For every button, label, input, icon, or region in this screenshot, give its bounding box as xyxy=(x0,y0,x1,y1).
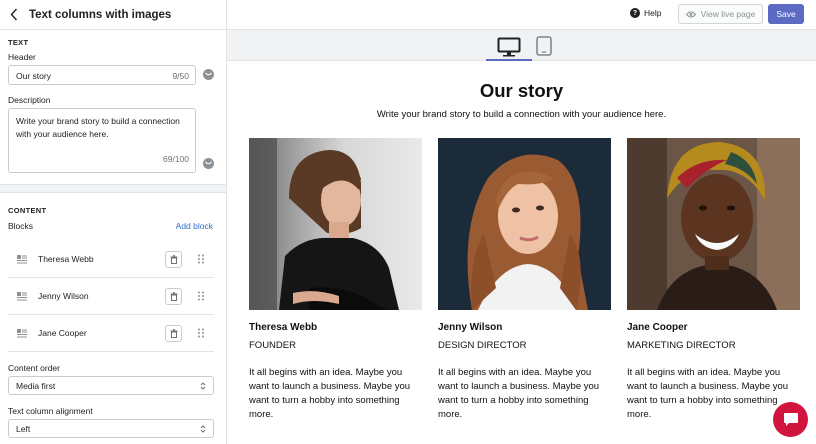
block-row[interactable]: Jane Cooper xyxy=(8,315,214,352)
blocks-label: Blocks xyxy=(8,221,34,231)
drag-handle-icon[interactable] xyxy=(197,328,205,338)
page-preview: Our story Write your brand story to buil… xyxy=(227,61,816,444)
block-row[interactable]: Jenny Wilson xyxy=(8,278,214,315)
content-order-value: Media first xyxy=(16,380,56,391)
column-name: Jane Cooper xyxy=(627,322,688,333)
preview-subheading: Write your brand story to build a connec… xyxy=(376,109,667,120)
text-block-icon xyxy=(17,254,27,263)
delete-block-button[interactable] xyxy=(165,324,182,342)
trash-icon xyxy=(170,291,177,301)
drag-handle-icon[interactable] xyxy=(197,291,205,301)
add-block-link[interactable]: Add block xyxy=(176,221,213,231)
column-image xyxy=(249,138,422,310)
preview-heading: Our story xyxy=(479,80,564,101)
column-image xyxy=(438,138,611,310)
block-row[interactable]: Theresa Webb xyxy=(8,241,214,278)
alignment-select[interactable]: Left xyxy=(8,419,214,438)
chat-icon xyxy=(783,413,798,426)
column-text: It all begins with an idea. Maybe you wa… xyxy=(627,367,789,420)
column-role: DESIGN DIRECTOR xyxy=(438,340,527,351)
header-counter: 9/50 xyxy=(172,71,189,81)
column-name: Jenny Wilson xyxy=(438,322,503,333)
text-block-icon xyxy=(17,291,27,300)
mobile-view-button[interactable] xyxy=(533,34,555,58)
trash-icon xyxy=(170,328,177,338)
column-role: FOUNDER xyxy=(249,340,296,351)
header-input[interactable]: Our story 9/50 xyxy=(8,65,196,85)
alignment-label: Text column alignment xyxy=(8,406,93,416)
text-column[interactable]: Theresa Webb FOUNDER It all begins with … xyxy=(249,138,422,420)
trash-icon xyxy=(170,254,177,264)
content-order-select[interactable]: Media first xyxy=(8,376,214,395)
column-role: MARKETING DIRECTOR xyxy=(627,340,736,351)
desktop-icon xyxy=(497,37,521,57)
drag-handle-icon[interactable] xyxy=(197,254,205,264)
eye-icon xyxy=(685,11,696,17)
view-live-page-label: View live page xyxy=(700,9,756,19)
top-bar: ? Help View live page Save xyxy=(227,0,816,30)
help-icon: ? xyxy=(630,8,640,18)
delete-block-button[interactable] xyxy=(165,287,182,305)
description-value: Write your brand story to build a connec… xyxy=(16,116,180,139)
ai-sparkle-icon[interactable] xyxy=(203,69,214,80)
sidebar-title: Text columns with images xyxy=(29,8,172,21)
ai-sparkle-icon[interactable] xyxy=(203,158,214,169)
column-text: It all begins with an idea. Maybe you wa… xyxy=(249,367,411,420)
chevron-left-icon[interactable] xyxy=(9,8,19,22)
mobile-icon xyxy=(536,36,552,56)
save-button[interactable]: Save xyxy=(768,4,804,24)
text-column[interactable]: Jane Cooper MARKETING DIRECTOR It all be… xyxy=(627,138,800,420)
description-counter: 69/100 xyxy=(163,154,189,164)
select-arrows-icon xyxy=(200,382,206,390)
device-toolbar xyxy=(227,30,816,61)
delete-block-button[interactable] xyxy=(165,250,182,268)
block-label: Theresa Webb xyxy=(38,254,94,264)
text-block-icon xyxy=(17,328,27,337)
desktop-view-button[interactable] xyxy=(486,34,532,61)
select-arrows-icon xyxy=(200,425,206,433)
description-label: Description xyxy=(8,95,51,105)
block-label: Jane Cooper xyxy=(38,328,87,338)
content-order-label: Content order xyxy=(8,363,60,373)
sidebar-header: Text columns with images xyxy=(0,0,226,30)
section-divider xyxy=(0,184,226,193)
column-text: It all begins with an idea. Maybe you wa… xyxy=(438,367,600,420)
text-column[interactable]: Jenny Wilson DESIGN DIRECTOR It all begi… xyxy=(438,138,611,420)
alignment-value: Left xyxy=(16,423,31,434)
help-label: Help xyxy=(644,8,662,18)
chat-button[interactable] xyxy=(773,402,808,437)
block-label: Jenny Wilson xyxy=(38,291,89,301)
header-label: Header xyxy=(8,52,36,62)
content-section-label: CONTENT xyxy=(8,206,47,215)
column-image xyxy=(627,138,800,310)
help-link[interactable]: ? Help xyxy=(630,8,661,18)
description-textarea[interactable]: Write your brand story to build a connec… xyxy=(8,108,196,173)
header-input-value: Our story xyxy=(16,71,51,81)
column-name: Theresa Webb xyxy=(249,322,318,333)
text-section-label: TEXT xyxy=(8,38,29,47)
view-live-page-button[interactable]: View live page xyxy=(678,4,763,24)
settings-sidebar: Text columns with images TEXT Header Our… xyxy=(0,0,227,444)
